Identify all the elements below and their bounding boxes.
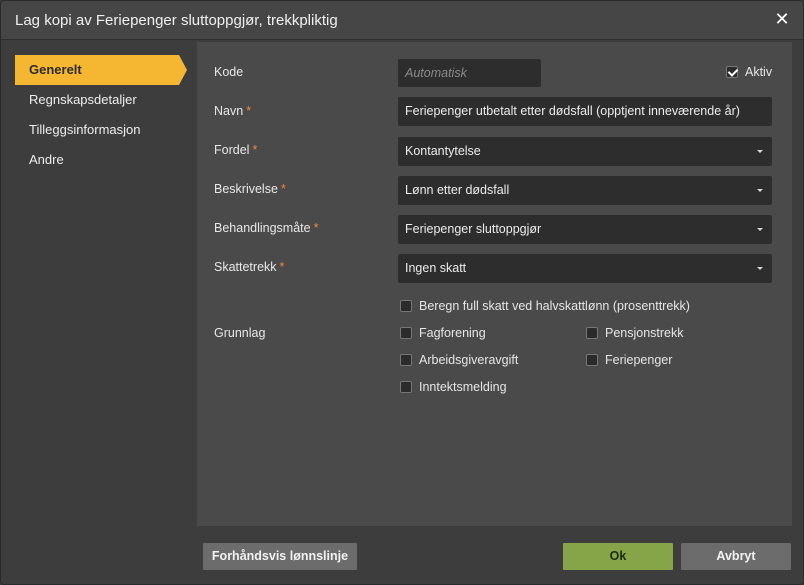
behandlingsmate-value: Feriepenger sluttoppgjør bbox=[405, 222, 542, 236]
aktiv-checkbox[interactable] bbox=[726, 66, 738, 78]
kode-input[interactable]: Automatisk bbox=[398, 59, 541, 87]
arbeidsgiveravgift-checkbox-row[interactable]: Arbeidsgiveravgift bbox=[400, 353, 518, 367]
pensjonstrekk-checkbox-row[interactable]: Pensjonstrekk bbox=[586, 326, 684, 340]
fagforening-checkbox[interactable] bbox=[400, 327, 412, 339]
pensjonstrekk-checkbox[interactable] bbox=[586, 327, 598, 339]
fordel-value: Kontantytelse bbox=[405, 144, 481, 158]
inntektsmelding-label: Inntektsmelding bbox=[419, 380, 507, 394]
full-skatt-checkbox[interactable] bbox=[400, 300, 412, 312]
kode-placeholder: Automatisk bbox=[405, 66, 467, 80]
sidebar-item-tilleggsinformasjon[interactable]: Tilleggsinformasjon bbox=[15, 115, 185, 145]
kode-label: Kode bbox=[214, 65, 244, 79]
arbeidsgiveravgift-checkbox[interactable] bbox=[400, 354, 412, 366]
aktiv-label: Aktiv bbox=[745, 65, 773, 79]
cancel-button[interactable]: Avbryt bbox=[681, 543, 791, 570]
sidebar-item-generelt[interactable]: Generelt bbox=[15, 55, 187, 85]
grunnlag-label: Grunnlag bbox=[214, 326, 266, 340]
copy-wage-type-dialog: Lag kopi av Feriepenger sluttoppgjør, tr… bbox=[0, 0, 804, 585]
beskrivelse-select[interactable]: Lønn etter dødsfall bbox=[398, 176, 772, 205]
pensjonstrekk-label: Pensjonstrekk bbox=[605, 326, 684, 340]
sidebar-nav: Generelt Regnskapsdetaljer Tilleggsinfor… bbox=[15, 55, 187, 175]
skattetrekk-label: Skattetrekk * bbox=[214, 260, 285, 274]
navn-label: Navn * bbox=[214, 104, 252, 118]
fagforening-checkbox-row[interactable]: Fagforening bbox=[400, 326, 486, 340]
navn-input[interactable]: Feriepenger utbetalt etter dødsfall (opp… bbox=[398, 97, 772, 126]
skattetrekk-select[interactable]: Ingen skatt bbox=[398, 254, 772, 283]
inntektsmelding-checkbox-row[interactable]: Inntektsmelding bbox=[400, 380, 507, 394]
beskrivelse-label: Beskrivelse * bbox=[214, 182, 286, 196]
feriepenger-checkbox-row[interactable]: Feriepenger bbox=[586, 353, 672, 367]
close-icon[interactable]: ✕ bbox=[773, 10, 791, 28]
ok-button[interactable]: Ok bbox=[563, 543, 673, 570]
skattetrekk-value: Ingen skatt bbox=[405, 261, 467, 275]
sidebar-item-andre[interactable]: Andre bbox=[15, 145, 185, 175]
feriepenger-checkbox[interactable] bbox=[586, 354, 598, 366]
inntektsmelding-checkbox[interactable] bbox=[400, 381, 412, 393]
chevron-down-icon bbox=[757, 228, 763, 231]
behandlingsmate-select[interactable]: Feriepenger sluttoppgjør bbox=[398, 215, 772, 244]
preview-payslip-line-button[interactable]: Forhåndsvis lønnslinje bbox=[203, 543, 357, 570]
chevron-down-icon bbox=[757, 150, 763, 153]
fordel-select[interactable]: Kontantytelse bbox=[398, 137, 772, 166]
full-skatt-label: Beregn full skatt ved halvskattlønn (pro… bbox=[419, 299, 690, 313]
chevron-down-icon bbox=[757, 267, 763, 270]
aktiv-checkbox-row[interactable]: Aktiv bbox=[726, 65, 772, 79]
feriepenger-label: Feriepenger bbox=[605, 353, 673, 367]
beskrivelse-value: Lønn etter dødsfall bbox=[405, 183, 510, 197]
dialog-titlebar: Lag kopi av Feriepenger sluttoppgjør, tr… bbox=[1, 1, 803, 40]
navn-value: Feriepenger utbetalt etter dødsfall (opp… bbox=[405, 104, 740, 118]
full-skatt-checkbox-row[interactable]: Beregn full skatt ved halvskattlønn (pro… bbox=[400, 299, 690, 313]
behandlingsmate-label: Behandlingsmåte * bbox=[214, 221, 319, 235]
fordel-label: Fordel * bbox=[214, 143, 258, 157]
chevron-down-icon bbox=[757, 189, 763, 192]
fagforening-label: Fagforening bbox=[419, 326, 486, 340]
sidebar-item-regnskapsdetaljer[interactable]: Regnskapsdetaljer bbox=[15, 85, 185, 115]
arbeidsgiveravgift-label: Arbeidsgiveravgift bbox=[419, 353, 519, 367]
dialog-title: Lag kopi av Feriepenger sluttoppgjør, tr… bbox=[15, 12, 338, 29]
